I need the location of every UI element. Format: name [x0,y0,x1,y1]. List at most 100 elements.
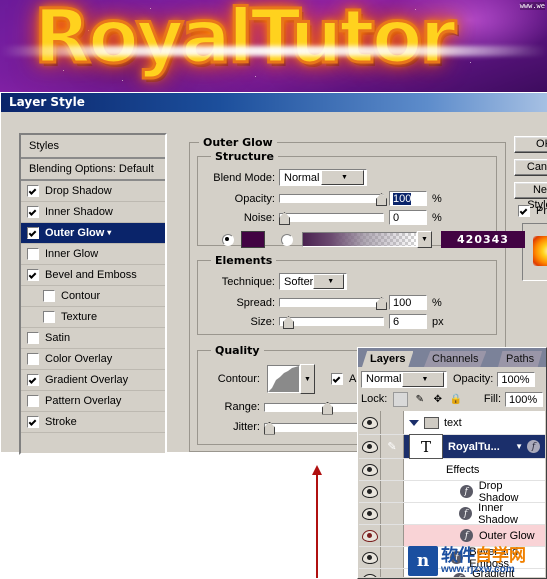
gradient-preview[interactable] [302,232,417,247]
eye-icon[interactable] [361,440,378,453]
style-row-satin[interactable]: Satin [21,328,165,349]
technique-combo[interactable]: Softer ▼ [279,273,347,290]
style-checkbox-icon[interactable] [27,332,39,344]
glow-color-swatch[interactable] [241,231,265,248]
visibility-cell[interactable] [359,525,381,546]
chevron-down-icon[interactable]: ▼ [321,170,364,185]
blend-mode-combo[interactable]: Normal ▼ [279,169,367,186]
eye-icon[interactable] [361,573,378,577]
layer-blend-mode-combo[interactable]: Normal ▼ [361,370,447,388]
opacity-slider-thumb[interactable] [376,193,387,206]
chevron-down-icon[interactable]: ▼ [313,274,344,289]
style-checkbox-icon[interactable] [43,290,55,302]
style-checkbox-icon[interactable] [27,353,39,365]
link-brush-cell[interactable] [381,481,404,502]
style-checkbox-icon[interactable] [43,311,55,323]
size-slider[interactable] [279,316,384,329]
layers-row[interactable]: f Drop Shadow [359,480,545,504]
style-row-bevel-and-emboss[interactable]: Bevel and Emboss [21,265,165,286]
link-brush-cell[interactable]: ✎ [381,435,404,458]
style-row-drop-shadow[interactable]: Drop Shadow [21,181,165,202]
layer-opacity-input[interactable]: 100% [497,371,536,387]
style-checkbox-icon[interactable] [27,416,39,428]
style-checkbox-icon[interactable] [27,269,39,281]
disclosure-triangle-icon[interactable] [409,419,419,426]
tab-layers[interactable]: Layers [362,351,414,367]
new-style-button[interactable]: New Style... [514,182,547,211]
dialog-titlebar[interactable]: Layer Style [1,93,547,112]
visibility-cell[interactable] [359,481,381,502]
chevron-down-icon[interactable]: ▼ [402,371,444,387]
link-brush-cell[interactable] [381,547,404,568]
layers-row[interactable]: text [359,411,545,435]
antialiased-checkbox[interactable] [331,373,343,385]
eye-icon[interactable] [361,507,378,520]
tab-channels[interactable]: Channels [424,351,487,367]
link-brush-cell[interactable] [381,503,404,524]
noise-slider[interactable] [279,212,384,225]
eye-icon[interactable] [361,529,378,542]
noise-slider-thumb[interactable] [279,212,290,225]
jitter-slider-thumb[interactable] [264,421,275,435]
spread-input[interactable]: 100 [389,295,427,310]
layers-row[interactable]: ✎ T RoyalTu... ▼ f [359,434,545,459]
tab-paths[interactable]: Paths [498,351,543,367]
visibility-cell[interactable] [359,459,381,480]
eye-icon[interactable] [361,551,378,564]
lock-transparent-pixels-icon[interactable] [393,391,409,407]
link-brush-cell[interactable] [381,569,404,577]
fill-input[interactable]: 100% [505,391,543,407]
style-checkbox-icon[interactable] [27,185,39,197]
gradient-chevron-down-icon[interactable]: ▼ [417,231,432,248]
style-row-stroke[interactable]: Stroke [21,412,165,433]
ok-button[interactable]: OK [514,136,547,153]
eye-icon[interactable] [361,463,378,476]
lock-position-move-icon[interactable]: ✥ [431,393,444,406]
visibility-cell[interactable] [359,547,381,568]
opacity-input[interactable]: 100 [389,191,427,206]
opacity-slider[interactable] [279,193,387,206]
style-row-color-overlay[interactable]: Color Overlay [21,349,165,370]
style-row-pattern-overlay[interactable]: Pattern Overlay [21,391,165,412]
noise-input[interactable]: 0 [389,210,427,225]
style-row-inner-glow[interactable]: Inner Glow [21,244,165,265]
size-input[interactable]: 6 [389,314,427,329]
link-brush-cell[interactable] [381,411,404,434]
contour-thumbnail[interactable] [267,365,300,393]
style-checkbox-icon[interactable] [27,248,39,260]
style-checkbox-icon[interactable] [27,395,39,407]
spread-slider[interactable] [279,297,387,310]
style-row-texture[interactable]: Texture [21,307,165,328]
layers-row[interactable]: Effects [359,459,545,481]
visibility-cell[interactable] [359,411,381,434]
style-row-outer-glow[interactable]: Outer Glow ▾ [21,223,165,244]
blending-options-row[interactable]: Blending Options: Default [21,159,165,181]
preview-checkbox-icon[interactable] [518,205,530,217]
layers-row[interactable]: f Outer Glow [359,525,545,547]
visibility-cell[interactable] [359,569,381,577]
contour-chevron-down-icon[interactable]: ▼ [300,364,315,394]
link-brush-cell[interactable] [381,525,404,546]
cancel-button[interactable]: Cancel [514,159,547,176]
spread-slider-thumb[interactable] [376,297,387,310]
style-row-contour[interactable]: Contour [21,286,165,307]
chevron-down-icon[interactable]: ▼ [515,442,523,451]
style-checkbox-icon[interactable] [27,206,39,218]
visibility-cell[interactable] [359,503,381,524]
solid-color-radio[interactable] [222,233,234,246]
style-row-inner-shadow[interactable]: Inner Shadow [21,202,165,223]
eye-icon[interactable] [361,485,378,498]
eye-icon[interactable] [361,416,378,429]
gradient-radio[interactable] [281,233,293,246]
style-checkbox-icon[interactable] [27,227,39,239]
lock-image-pixels-brush-icon[interactable]: ✎ [413,393,426,406]
style-checkbox-icon[interactable] [27,374,39,386]
style-row-gradient-overlay[interactable]: Gradient Overlay [21,370,165,391]
range-slider-thumb[interactable] [322,401,333,415]
text-layer-thumbnail[interactable]: T [409,434,443,459]
visibility-cell[interactable] [359,435,381,458]
size-slider-thumb[interactable] [283,316,294,329]
lock-all-lock-icon[interactable]: 🔒 [449,393,462,406]
link-brush-cell[interactable] [381,459,404,480]
layers-row[interactable]: f Inner Shadow [359,502,545,526]
